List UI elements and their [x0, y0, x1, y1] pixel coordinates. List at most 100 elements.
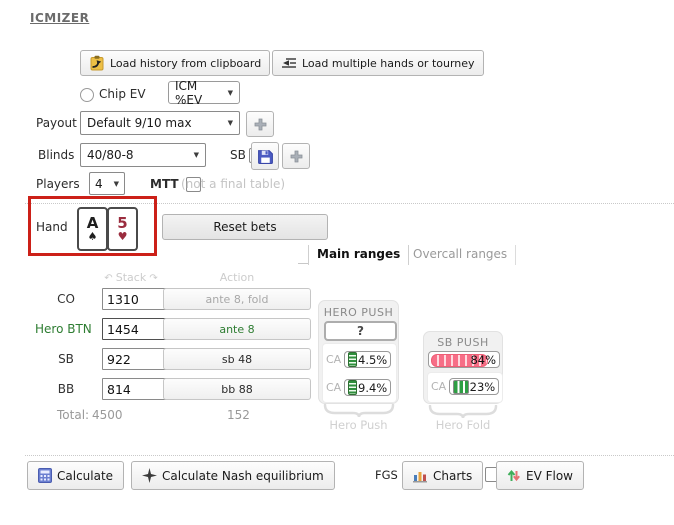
calculate-nash-button[interactable]: Calculate Nash equilibrium [131, 461, 335, 490]
battery-gauge-icon [453, 379, 470, 394]
hero-push-ca-button-1[interactable]: 4.5% [344, 351, 392, 368]
position-label-hero-btn: Hero BTN [35, 322, 92, 336]
hole-card-2[interactable]: 5 ♥ [107, 207, 138, 251]
icm-ev-dropdown[interactable]: ICM %EV [168, 78, 240, 107]
position-label-sb: SB [58, 352, 74, 366]
sb-push-value: 84% [470, 353, 496, 367]
heart-suit-icon: ♥ [117, 230, 128, 243]
action-label-sb: sb 48 [221, 352, 253, 366]
hero-push-brace [323, 404, 395, 418]
up-down-arrows-icon [507, 469, 520, 482]
chip-ev-label: Chip EV [99, 87, 146, 101]
icmizer-window: ICMIZER Load history from clipboard Load… [0, 0, 674, 525]
clipboard-paste-icon [90, 55, 104, 71]
ca-value: 23% [469, 379, 496, 394]
stack-input-co[interactable] [102, 288, 168, 310]
mtt-label: MTT [150, 177, 179, 191]
battery-gauge-icon [348, 352, 358, 367]
tab-overcall-ranges-label: Overcall ranges [413, 247, 508, 261]
hero-push-panel: HERO PUSH ? CA 4.5% CA 9.4% [318, 300, 399, 404]
total-stack-value: 4500 [92, 408, 123, 422]
position-label-co: CO [57, 292, 75, 306]
load-history-button[interactable]: Load history from clipboard [80, 50, 271, 76]
charts-button[interactable]: Charts [402, 461, 484, 490]
players-select[interactable]: 4 [89, 172, 125, 195]
stack-input-btn[interactable] [102, 318, 168, 340]
payout-value: Default 9/10 max [87, 116, 192, 130]
payout-select[interactable]: Default 9/10 max [80, 111, 240, 135]
add-payout-button[interactable] [246, 111, 274, 137]
charts-label: Charts [433, 468, 473, 483]
sb-push-title: SB PUSH [437, 336, 489, 349]
action-button-bb[interactable]: bb 88 [163, 378, 311, 400]
position-label-bb: BB [57, 382, 75, 396]
action-column-header: Action [219, 271, 255, 284]
plus-icon [290, 150, 302, 162]
calculate-nash-label: Calculate Nash equilibrium [162, 468, 324, 483]
reset-bets-button[interactable]: Reset bets [162, 214, 328, 240]
sb-push-brace [428, 405, 498, 419]
action-button-sb[interactable]: sb 48 [163, 348, 311, 370]
hero-push-title: HERO PUSH [323, 306, 394, 319]
players-value: 4 [95, 176, 103, 191]
ca-label: CA [326, 381, 342, 394]
payout-label: Payout [36, 116, 77, 130]
sb-push-ca-button[interactable]: 23% [449, 378, 500, 395]
stack-input-bb[interactable] [102, 378, 168, 400]
save-floppy-icon [257, 149, 273, 164]
sb-push-range-button[interactable]: 84% [428, 351, 500, 368]
blinds-value: 40/80-8 [87, 148, 134, 162]
tabbar-edge [298, 246, 308, 264]
hero-push-caption: Hero Push [329, 418, 388, 432]
calculate-label: Calculate [57, 468, 114, 483]
players-label: Players [36, 177, 80, 191]
add-blinds-button[interactable] [282, 143, 310, 169]
ca-label: CA [326, 353, 342, 366]
battery-gauge-icon [348, 380, 358, 395]
tab-main-ranges[interactable]: Main ranges [308, 245, 410, 265]
mtt-note: (not a final table) [181, 177, 286, 191]
load-history-label: Load history from clipboard [110, 56, 262, 70]
ca-label: CA [431, 380, 447, 393]
action-button-btn[interactable]: ante 8 [163, 318, 311, 340]
action-label-co: ante 8, fold [205, 292, 269, 306]
tab-main-ranges-label: Main ranges [317, 247, 401, 261]
spade-suit-icon: ♠ [87, 230, 98, 243]
icm-ev-value: ICM %EV [175, 78, 203, 107]
action-button-co[interactable]: ante 8, fold [163, 288, 311, 310]
tab-overcall-ranges[interactable]: Overcall ranges [405, 245, 517, 265]
stack-input-sb[interactable] [102, 348, 168, 370]
separator-top [25, 203, 674, 204]
sb-push-caption: Hero Fold [435, 418, 491, 432]
calculator-icon [38, 468, 52, 483]
fgs-label: FGS [375, 468, 398, 482]
hero-push-ca-box: CA 4.5% CA 9.4% [322, 343, 397, 403]
sb-push-panel: SB PUSH 84% CA 23% [423, 331, 503, 404]
hero-push-range-label: ? [357, 324, 364, 338]
plus-icon [254, 118, 266, 130]
ev-flow-button[interactable]: EV Flow [496, 461, 584, 490]
nash-star-icon [142, 468, 157, 483]
chip-ev-radio[interactable] [80, 88, 94, 102]
ca-value: 4.5% [358, 352, 388, 367]
hole-card-1[interactable]: A ♠ [77, 207, 108, 251]
import-lines-icon [282, 57, 296, 68]
ca-value: 9.4% [358, 380, 388, 395]
calculate-button[interactable]: Calculate [27, 461, 125, 490]
hero-push-range-button[interactable]: ? [324, 321, 397, 341]
card-rank: A [86, 214, 99, 232]
reset-bets-label: Reset bets [213, 220, 277, 234]
sb-checkbox-label: SB [230, 148, 246, 162]
sb-push-ca-box: CA 23% [427, 372, 503, 403]
hero-push-ca-button-2[interactable]: 9.4% [344, 379, 392, 396]
card-rank: 5 [117, 214, 128, 232]
load-multiple-label: Load multiple hands or tourney [302, 56, 475, 70]
save-blinds-button[interactable] [251, 142, 279, 170]
action-label-bb: bb 88 [221, 382, 253, 396]
blinds-select[interactable]: 40/80-8 [80, 143, 206, 167]
icmizer-home-link[interactable]: ICMIZER [30, 11, 89, 25]
load-multiple-button[interactable]: Load multiple hands or tourney [272, 50, 484, 76]
separator-bottom [25, 455, 674, 456]
bar-chart-icon [413, 471, 427, 482]
hand-label: Hand [36, 220, 68, 234]
